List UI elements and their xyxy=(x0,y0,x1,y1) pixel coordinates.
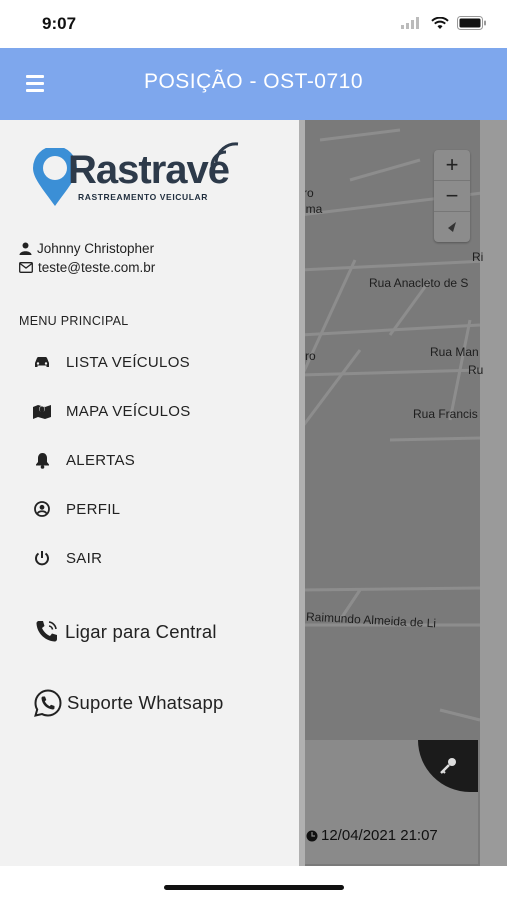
street-label: Ru xyxy=(468,363,484,377)
whatsapp-icon xyxy=(34,689,62,717)
last-update-text: 12/04/2021 21:07 xyxy=(321,827,438,844)
menu-item-alertas[interactable]: ALERTAS xyxy=(32,450,135,470)
compass-icon[interactable] xyxy=(434,212,470,242)
whatsapp-support-button[interactable]: Suporte Whatsapp xyxy=(33,688,223,718)
status-time: 9:07 xyxy=(42,14,77,33)
user-icon xyxy=(19,242,32,255)
last-update: 12/04/2021 21:07 xyxy=(306,827,438,844)
menu-item-lista-veiculos[interactable]: LISTA VEÍCULOS xyxy=(32,352,190,372)
user-name-row: Johnny Christopher xyxy=(19,241,154,256)
bell-icon xyxy=(32,450,52,470)
zoom-in-button[interactable]: + xyxy=(434,150,470,181)
call-central-button[interactable]: Ligar para Central xyxy=(33,618,217,646)
page-title: POSIÇÃO - OST-0710 xyxy=(143,70,364,93)
menu-item-label: ALERTAS xyxy=(66,451,136,469)
menu-item-label: SAIR xyxy=(66,549,103,567)
app-header: POSIÇÃO - OST-0710 xyxy=(0,48,507,120)
power-icon xyxy=(32,548,52,568)
street-label: Ri xyxy=(472,250,484,264)
user-name: Johnny Christopher xyxy=(37,241,155,256)
map-edge xyxy=(480,120,507,900)
call-central-label: Ligar para Central xyxy=(65,621,217,642)
zoom-out-button[interactable]: − xyxy=(434,181,470,212)
map-zoom-controls: + − xyxy=(434,150,470,242)
menu-item-label: LISTA VEÍCULOS xyxy=(66,353,190,371)
menu-item-perfil[interactable]: PERFIL xyxy=(32,499,120,519)
logo-brand: Rastrave xyxy=(68,148,230,192)
map-view[interactable]: ro ima Ri Rua Anacleto de S ro Rua Man R… xyxy=(300,120,507,900)
envelope-icon xyxy=(19,262,33,273)
signal-icon xyxy=(401,17,419,29)
map-marker-icon xyxy=(32,401,52,421)
user-circle-icon xyxy=(32,499,52,519)
street-label: Rua Francis xyxy=(413,407,478,421)
logo: Rastrave RASTREAMENTO VEICULAR xyxy=(30,142,245,208)
battery-icon xyxy=(457,16,486,30)
user-email-row: teste@teste.com.br xyxy=(19,260,155,275)
menu-heading: MENU PRINCIPAL xyxy=(19,314,129,328)
user-email: teste@teste.com.br xyxy=(38,260,156,275)
signal-waves-icon xyxy=(210,142,239,167)
drawer-shadow xyxy=(299,120,305,866)
whatsapp-support-label: Suporte Whatsapp xyxy=(67,692,224,713)
menu-item-label: PERFIL xyxy=(66,500,121,518)
street-label: ro xyxy=(305,349,316,363)
wifi-icon xyxy=(431,16,449,29)
bottom-safe-area xyxy=(0,866,507,900)
status-bar: 9:07 xyxy=(0,0,507,48)
car-icon xyxy=(32,352,52,372)
street-label: ima xyxy=(303,202,323,216)
menu-item-mapa-veiculos[interactable]: MAPA VEÍCULOS xyxy=(32,401,191,421)
phone-ringing-icon xyxy=(36,621,57,642)
street-label: Rua Man xyxy=(430,345,479,359)
home-indicator[interactable] xyxy=(164,885,344,890)
logo-tagline: RASTREAMENTO VEICULAR xyxy=(78,192,209,202)
menu-item-sair[interactable]: SAIR xyxy=(32,548,102,568)
status-icons xyxy=(401,16,487,30)
side-drawer: Rastrave RASTREAMENTO VEICULAR Johnny Ch… xyxy=(0,120,300,866)
key-icon xyxy=(440,758,456,774)
clock-icon xyxy=(306,830,318,841)
street-label: Rua Anacleto de S xyxy=(369,276,469,290)
menu-item-label: MAPA VEÍCULOS xyxy=(66,402,191,420)
